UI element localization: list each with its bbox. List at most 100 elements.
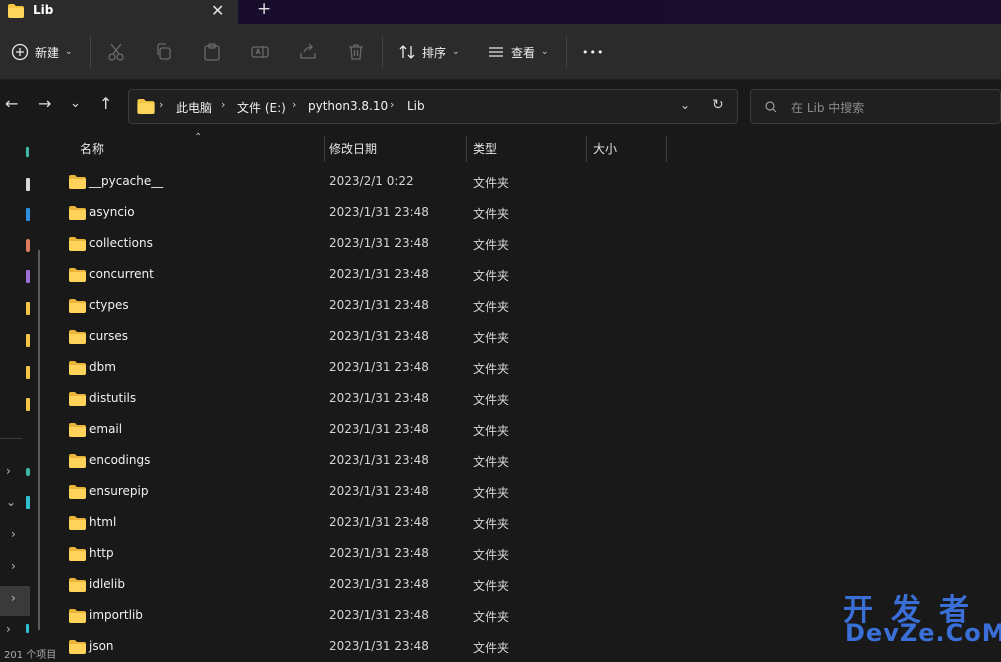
forward-arrow-icon[interactable]: → bbox=[38, 94, 51, 113]
close-icon[interactable]: ✕ bbox=[211, 1, 224, 20]
delete-icon[interactable] bbox=[346, 42, 366, 62]
search-input[interactable]: 在 Lib 中搜索 bbox=[791, 99, 864, 116]
nav-item-icon[interactable] bbox=[26, 178, 30, 191]
table-row[interactable]: importlib 2023/1/31 23:48 文件夹 bbox=[48, 600, 668, 631]
file-type: 文件夹 bbox=[473, 486, 510, 500]
table-row[interactable]: json 2023/1/31 23:48 文件夹 bbox=[48, 631, 668, 662]
file-type: 文件夹 bbox=[473, 641, 510, 655]
up-arrow-icon[interactable]: ↑ bbox=[99, 94, 112, 113]
column-header-name[interactable]: 名称 bbox=[80, 140, 104, 157]
column-header-date[interactable]: 修改日期 bbox=[329, 140, 377, 157]
table-row[interactable]: curses 2023/1/31 23:48 文件夹 bbox=[48, 321, 668, 352]
breadcrumb-this-pc[interactable]: 此电脑 bbox=[176, 99, 212, 116]
view-button[interactable]: 查看 ⌄ bbox=[487, 24, 549, 80]
table-row[interactable]: ctypes 2023/1/31 23:48 文件夹 bbox=[48, 290, 668, 321]
file-name[interactable]: asyncio bbox=[89, 205, 135, 219]
refresh-icon[interactable]: ↻ bbox=[712, 97, 724, 113]
table-row[interactable]: concurrent 2023/1/31 23:48 文件夹 bbox=[48, 259, 668, 290]
toolbar-divider bbox=[382, 36, 383, 68]
breadcrumb-separator-icon[interactable]: › bbox=[221, 98, 225, 111]
chevron-right-icon[interactable]: › bbox=[11, 559, 16, 573]
column-header-size[interactable]: 大小 bbox=[593, 140, 617, 157]
file-type: 文件夹 bbox=[473, 300, 510, 314]
nav-item-icon[interactable] bbox=[26, 366, 30, 379]
file-type: 文件夹 bbox=[473, 238, 510, 252]
file-modified-date: 2023/1/31 23:48 bbox=[329, 360, 429, 374]
nav-item-icon[interactable] bbox=[26, 270, 30, 283]
file-name[interactable]: __pycache__ bbox=[89, 174, 163, 188]
breadcrumb-python[interactable]: python3.8.10 bbox=[308, 99, 388, 113]
table-row[interactable]: dbm 2023/1/31 23:48 文件夹 bbox=[48, 352, 668, 383]
column-header-type[interactable]: 类型 bbox=[473, 140, 497, 157]
address-history-chevron-icon[interactable]: ⌄ bbox=[680, 98, 690, 112]
breadcrumb-separator-icon[interactable]: › bbox=[390, 98, 394, 111]
table-row[interactable]: idlelib 2023/1/31 23:48 文件夹 bbox=[48, 569, 668, 600]
nav-item-icon[interactable] bbox=[26, 147, 29, 157]
file-name[interactable]: idlelib bbox=[89, 577, 125, 591]
chevron-right-icon[interactable]: › bbox=[11, 591, 16, 605]
file-name[interactable]: json bbox=[89, 639, 114, 653]
chevron-down-icon[interactable]: ⌄ bbox=[6, 495, 16, 509]
table-row[interactable]: html 2023/1/31 23:48 文件夹 bbox=[48, 507, 668, 538]
table-row[interactable]: encodings 2023/1/31 23:48 文件夹 bbox=[48, 445, 668, 476]
file-name[interactable]: html bbox=[89, 515, 116, 529]
nav-item-icon[interactable] bbox=[26, 334, 30, 347]
chevron-right-icon[interactable]: › bbox=[11, 527, 16, 541]
file-name[interactable]: email bbox=[89, 422, 122, 436]
file-name[interactable]: concurrent bbox=[89, 267, 154, 281]
table-row[interactable]: ensurepip 2023/1/31 23:48 文件夹 bbox=[48, 476, 668, 507]
recent-locations-chevron-icon[interactable]: ⌄ bbox=[70, 96, 81, 111]
file-name[interactable]: importlib bbox=[89, 608, 143, 622]
breadcrumb-separator-icon[interactable]: › bbox=[292, 98, 296, 111]
nav-scrollbar[interactable] bbox=[38, 250, 40, 630]
new-button[interactable]: 新建 ⌄ bbox=[11, 24, 73, 80]
column-resize-handle[interactable] bbox=[466, 136, 467, 162]
file-type: 文件夹 bbox=[473, 176, 510, 190]
file-modified-date: 2023/1/31 23:48 bbox=[329, 267, 429, 281]
chevron-right-icon[interactable]: › bbox=[6, 622, 11, 636]
table-row[interactable]: distutils 2023/1/31 23:48 文件夹 bbox=[48, 383, 668, 414]
chevron-right-icon[interactable]: › bbox=[6, 464, 11, 478]
column-resize-handle[interactable] bbox=[324, 136, 325, 162]
tab-lib[interactable]: Lib ✕ bbox=[0, 0, 238, 24]
breadcrumb-separator-icon[interactable]: › bbox=[159, 98, 163, 111]
more-options-button[interactable]: ••• bbox=[582, 24, 604, 80]
column-resize-handle[interactable] bbox=[586, 136, 587, 162]
rename-icon[interactable] bbox=[250, 42, 270, 62]
file-name[interactable]: curses bbox=[89, 329, 128, 343]
file-name[interactable]: collections bbox=[89, 236, 153, 250]
nav-item-icon[interactable] bbox=[26, 468, 30, 476]
breadcrumb-lib[interactable]: Lib bbox=[407, 99, 425, 113]
table-row[interactable]: asyncio 2023/1/31 23:48 文件夹 bbox=[48, 197, 668, 228]
back-arrow-icon[interactable]: ← bbox=[5, 94, 18, 113]
search-box[interactable]: 在 Lib 中搜索 bbox=[750, 89, 1001, 124]
file-name[interactable]: dbm bbox=[89, 360, 116, 374]
nav-item-icon[interactable] bbox=[26, 208, 30, 221]
sort-button[interactable]: 排序 ⌄ bbox=[398, 24, 460, 80]
file-name[interactable]: ensurepip bbox=[89, 484, 148, 498]
table-row[interactable]: collections 2023/1/31 23:48 文件夹 bbox=[48, 228, 668, 259]
nav-item-icon[interactable] bbox=[26, 239, 30, 252]
file-list: ⌃ 名称 修改日期 类型 大小 __pycache__ 2023/2/1 0:22… bbox=[48, 132, 1001, 655]
file-name[interactable]: distutils bbox=[89, 391, 136, 405]
file-type: 文件夹 bbox=[473, 548, 510, 562]
column-resize-handle[interactable] bbox=[666, 136, 667, 162]
share-icon[interactable] bbox=[298, 42, 318, 62]
address-bar[interactable]: › 此电脑 › 文件 (E:) › python3.8.10 › Lib ⌄ ↻ bbox=[128, 89, 738, 124]
file-name[interactable]: http bbox=[89, 546, 114, 560]
table-row[interactable]: http 2023/1/31 23:48 文件夹 bbox=[48, 538, 668, 569]
nav-item-icon[interactable] bbox=[26, 496, 30, 509]
new-tab-button[interactable]: + bbox=[257, 0, 271, 19]
paste-icon[interactable] bbox=[202, 42, 222, 62]
file-name[interactable]: ctypes bbox=[89, 298, 129, 312]
nav-item-icon[interactable] bbox=[26, 302, 30, 315]
folder-icon bbox=[69, 268, 86, 282]
breadcrumb-drive-e[interactable]: 文件 (E:) bbox=[237, 99, 286, 116]
copy-icon[interactable] bbox=[154, 42, 174, 62]
nav-item-icon[interactable] bbox=[26, 398, 30, 411]
table-row[interactable]: __pycache__ 2023/2/1 0:22 文件夹 bbox=[48, 166, 668, 197]
nav-item-icon[interactable] bbox=[26, 624, 29, 633]
cut-icon[interactable] bbox=[106, 42, 126, 62]
file-name[interactable]: encodings bbox=[89, 453, 150, 467]
table-row[interactable]: email 2023/1/31 23:48 文件夹 bbox=[48, 414, 668, 445]
